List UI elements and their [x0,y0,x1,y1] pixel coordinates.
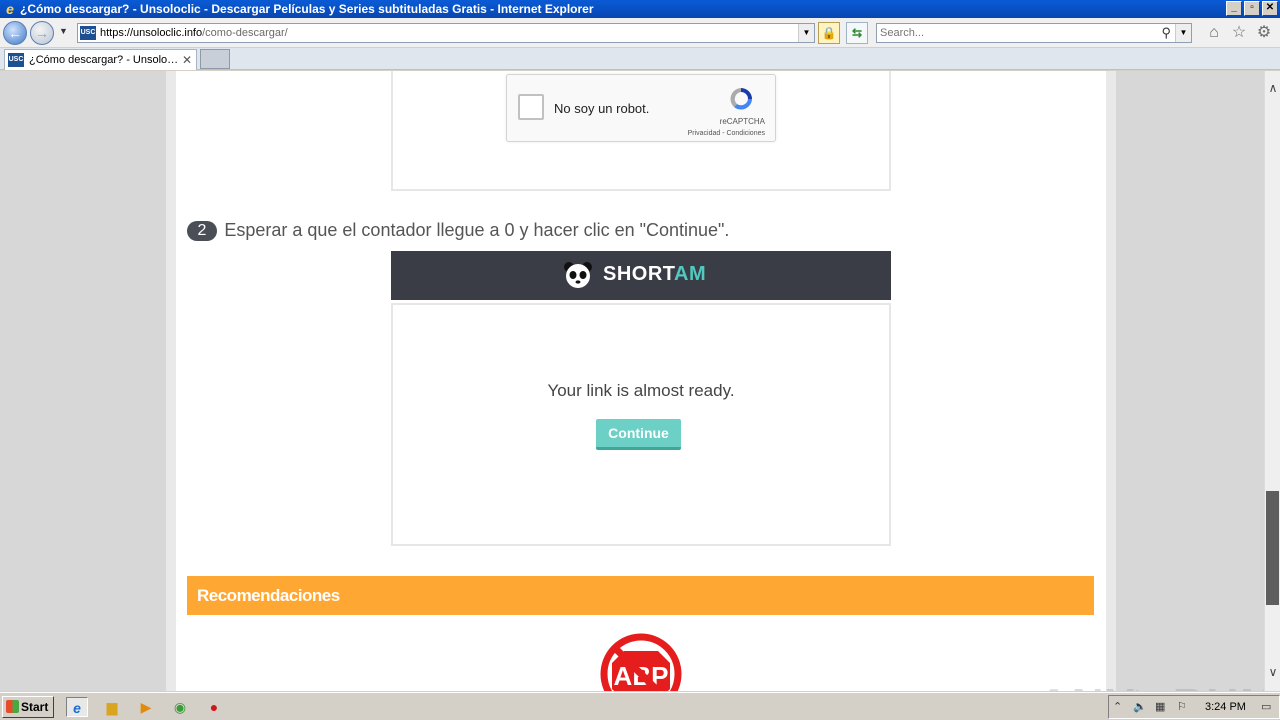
window-title-bar[interactable]: e ¿Cómo descargar? - Unsoloclic - Descar… [0,0,1280,18]
antivirus-icon[interactable]: ● [203,697,225,717]
search-box[interactable]: ⚲ ▼ [876,23,1192,43]
media-player-icon[interactable]: ▶ [135,697,157,717]
explorer-folder-icon[interactable]: ▆ [101,697,123,717]
continue-button[interactable]: Continue [596,419,681,450]
tab-como-descargar[interactable]: USC ¿Cómo descargar? - Unsoloclic... ✕ [4,49,197,70]
step-2-instruction: 2 Esperar a que el contador llegue a 0 y… [187,220,729,241]
shortam-header: SHORTAM [391,251,891,300]
tab-label: ¿Cómo descargar? - Unsoloclic... [29,54,181,66]
forward-button[interactable]: → [30,21,54,45]
home-icon[interactable]: ⌂ [1205,24,1223,42]
tab-close-icon[interactable]: ✕ [182,53,192,67]
address-bar[interactable]: USC https://unsoloclic.info/como-descarg… [77,23,815,43]
url-host: https://unsoloclic.info [100,27,203,39]
address-url[interactable]: https://unsoloclic.info/como-descargar/ [100,27,288,39]
brand-am: AM [674,263,707,285]
new-tab-button[interactable] [200,49,230,69]
search-dropdown[interactable]: ▼ [1175,24,1191,42]
recommendations-bar: Recomendaciones [187,576,1094,615]
recaptcha-widget: No soy un robot. reCAPTCHA Privacidad - … [506,74,776,142]
tab-bar: USC ¿Cómo descargar? - Unsoloclic... ✕ [0,48,1280,70]
ie-taskbar-icon[interactable]: e [66,697,88,717]
system-tray: ⌃ 🔈 ▦ ⚐ 3:24 PM ▭ [1108,695,1280,719]
url-path: /como-descargar/ [202,27,288,39]
action-center-flag-icon[interactable]: ⚐ [1177,700,1187,713]
show-desktop-icon[interactable]: ▭ [1261,700,1271,713]
ie-logo-icon: e [6,1,14,17]
tray-expand-icon[interactable]: ⌃ [1113,700,1122,713]
window-title: ¿Cómo descargar? - Unsoloclic - Descarga… [20,2,594,16]
windows-taskbar: Start e ▆ ▶ ◉ ● ⌃ 🔈 ▦ ⚐ 3:24 PM ▭ [0,692,1280,720]
start-button[interactable]: Start [2,696,54,718]
recommendations-title: Recomendaciones [197,586,340,605]
recent-pages-dropdown[interactable]: ▼ [59,26,68,36]
scroll-up-icon[interactable]: ∧ [1265,81,1280,97]
page-viewport: No soy un robot. reCAPTCHA Privacidad - … [0,71,1264,691]
restore-button[interactable]: ▫ [1244,1,1260,16]
scrollbar-thumb[interactable] [1266,491,1279,605]
volume-icon[interactable]: 🔈 [1133,700,1147,713]
address-dropdown[interactable]: ▼ [798,24,814,42]
windows-flag-icon [6,700,19,713]
vertical-scrollbar[interactable]: ∧ ∨ [1264,71,1280,691]
refresh-icon[interactable]: ⇆ [846,22,868,44]
network-icon[interactable]: ▦ [1155,700,1165,713]
chrome-icon[interactable]: ◉ [169,697,191,717]
site-favicon-icon: USC [80,26,96,40]
step-number-badge: 2 [187,220,217,241]
scroll-down-icon[interactable]: ∨ [1265,665,1280,681]
shortam-brand: SHORTAM [603,263,706,286]
anyrun-watermark: ANY▷RUN [1038,679,1264,691]
search-icon[interactable]: ⚲ [1161,25,1171,41]
recaptcha-label: No soy un robot. [554,101,650,116]
lock-icon[interactable]: 🔒 [818,22,840,44]
brand-short: SHORT [603,263,675,285]
minimize-button[interactable]: _ [1226,1,1242,16]
adblock-logo-icon: ABP [600,633,682,691]
page-content: No soy un robot. reCAPTCHA Privacidad - … [166,71,1116,691]
navigation-bar: ← → ▼ USC https://unsoloclic.info/como-d… [0,18,1280,48]
search-input[interactable] [880,26,1150,40]
favorites-star-icon[interactable]: ☆ [1230,24,1248,42]
close-window-button[interactable]: ✕ [1262,1,1278,16]
tab-favicon-icon: USC [8,53,24,67]
taskbar-clock[interactable]: 3:24 PM [1205,701,1246,713]
window-controls: _ ▫ ✕ [1226,1,1278,16]
shortam-panel: Your link is almost ready. Continue [391,303,891,546]
link-ready-message: Your link is almost ready. [547,381,735,400]
recaptcha-checkbox[interactable] [518,94,544,120]
recaptcha-logo-icon [730,88,752,110]
step-text: Esperar a que el contador llegue a 0 y h… [224,220,730,240]
recaptcha-brand: reCAPTCHA [719,117,765,126]
captcha-container: No soy un robot. reCAPTCHA Privacidad - … [391,71,891,191]
panda-logo-icon [564,262,592,288]
settings-gear-icon[interactable]: ⚙ [1255,24,1273,42]
recaptcha-links[interactable]: Privacidad - Condiciones [688,130,765,137]
back-button[interactable]: ← [3,21,27,45]
start-label: Start [21,700,49,714]
